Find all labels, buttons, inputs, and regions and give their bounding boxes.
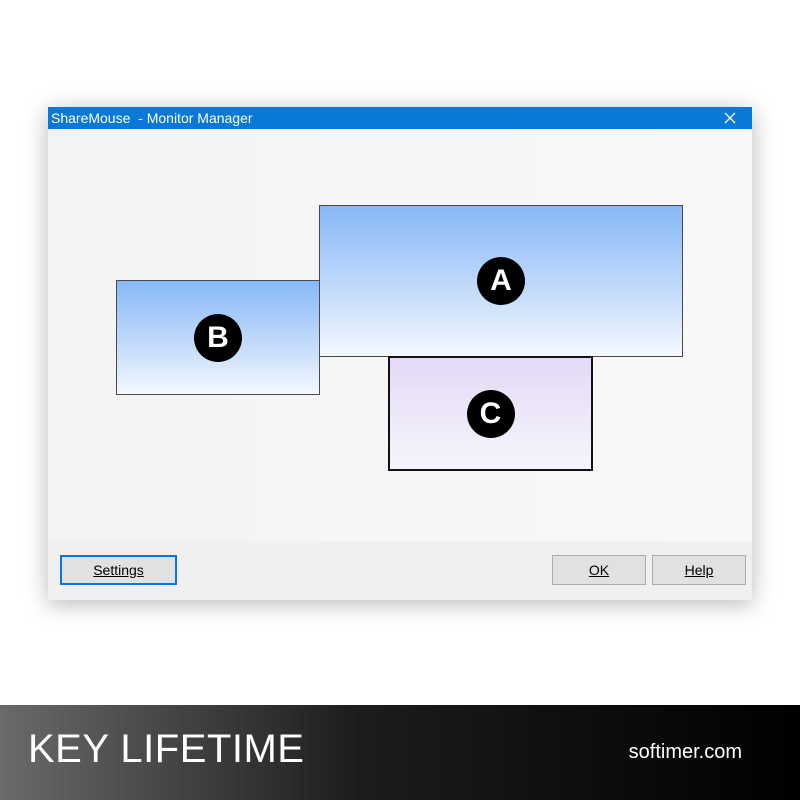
monitor-c[interactable]: C xyxy=(388,356,593,471)
title-bar[interactable]: ShareMouse - Monitor Manager xyxy=(48,107,752,129)
promo-banner: KEY LIFETIME softimer.com xyxy=(0,705,800,800)
window-title: ShareMouse - Monitor Manager xyxy=(51,110,253,126)
ok-button[interactable]: OK xyxy=(552,555,646,585)
monitor-c-badge: C xyxy=(466,389,515,438)
close-icon xyxy=(724,112,736,124)
banner-site: softimer.com xyxy=(628,741,742,763)
settings-button[interactable]: Settings xyxy=(60,555,177,585)
monitor-manager-window: ShareMouse - Monitor Manager A B C Setti… xyxy=(48,107,752,600)
close-button[interactable] xyxy=(708,107,752,129)
monitor-b-badge: B xyxy=(194,313,242,362)
monitor-a-badge: A xyxy=(477,257,525,305)
help-button[interactable]: Help xyxy=(652,555,746,585)
monitor-a[interactable]: A xyxy=(319,205,683,357)
monitor-b[interactable]: B xyxy=(116,280,320,395)
banner-headline: KEY LIFETIME xyxy=(28,727,305,771)
monitor-layout-canvas: A B C xyxy=(48,129,752,541)
